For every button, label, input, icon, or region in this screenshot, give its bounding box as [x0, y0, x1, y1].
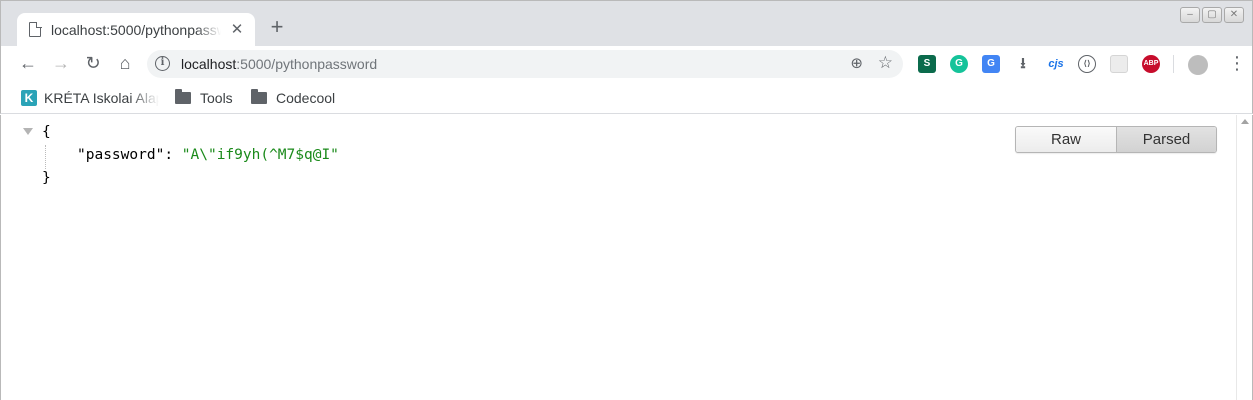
forward-button[interactable]: →	[49, 51, 73, 75]
json-string-value: "A\"if9yh(^M7$q@I"	[181, 147, 339, 163]
json-open-brace: {	[42, 124, 51, 140]
bookmark-label: KRÉTA Iskolai Alapr	[44, 90, 159, 106]
address-bar[interactable]: i localhost:5000/pythonpassword ⊕ ☆	[147, 50, 903, 78]
indent-guide	[45, 145, 46, 169]
bookmark-label: Tools	[200, 90, 233, 106]
json-property: "password": "A\"if9yh(^M7$q@I"	[77, 147, 339, 163]
reload-button[interactable]: ↻	[81, 51, 105, 75]
extension-grid-icon[interactable]	[1110, 55, 1128, 73]
url-host: localhost	[181, 56, 237, 72]
page-content: { "password": "A\"if9yh(^M7$q@I" } Raw P…	[0, 115, 1253, 400]
close-window-icon: ✕	[1229, 9, 1239, 20]
scroll-up-icon[interactable]	[1241, 119, 1249, 124]
raw-button[interactable]: Raw	[1016, 127, 1116, 152]
view-mode-switch: Raw Parsed	[1015, 126, 1217, 153]
kreta-icon: K	[21, 90, 37, 106]
window-controls: – ▢ ✕	[1180, 7, 1244, 23]
url-text[interactable]: localhost:5000/pythonpassword	[181, 56, 377, 72]
bookmark-star-icon[interactable]: ☆	[878, 53, 893, 73]
extension-s-icon[interactable]: S	[918, 55, 936, 73]
toolbar-divider	[1173, 55, 1174, 73]
extension-cjs-icon[interactable]: cjs	[1045, 55, 1067, 73]
extension-translate-icon[interactable]: G	[982, 55, 1000, 73]
maximize-icon: ▢	[1207, 9, 1217, 20]
bookmark-kreta[interactable]: K KRÉTA Iskolai Alapr	[21, 88, 159, 108]
url-path: :5000/pythonpassword	[236, 56, 378, 72]
bookmark-label: Codecool	[276, 90, 336, 106]
bookmarks-bar: K KRÉTA Iskolai Alapr Tools Codecool	[0, 82, 1253, 114]
tab-title: localhost:5000/pythonpassword	[51, 22, 221, 38]
browser-tab[interactable]: localhost:5000/pythonpassword ✕	[17, 13, 255, 47]
zoom-icon[interactable]: ⊕	[850, 54, 863, 72]
maximize-button[interactable]: ▢	[1202, 7, 1222, 23]
bookmark-folder-tools[interactable]: Tools	[175, 88, 233, 108]
extension-grammarly-icon[interactable]: G	[950, 55, 968, 73]
profile-avatar-icon[interactable]	[1188, 55, 1208, 75]
site-info-icon[interactable]: i	[155, 56, 170, 71]
browser-titlebar: localhost:5000/pythonpassword ✕ + – ▢ ✕	[0, 0, 1253, 47]
bookmark-folder-codecool[interactable]: Codecool	[251, 88, 335, 108]
json-colon: :	[164, 147, 182, 163]
json-key: "password"	[77, 147, 165, 163]
vertical-scrollbar[interactable]	[1236, 115, 1252, 400]
parsed-button[interactable]: Parsed	[1116, 127, 1216, 152]
collapse-toggle-icon[interactable]	[23, 128, 33, 135]
folder-icon	[251, 89, 267, 104]
back-button[interactable]: ←	[16, 51, 40, 75]
close-window-button[interactable]: ✕	[1224, 7, 1244, 23]
new-tab-button[interactable]: +	[265, 15, 289, 39]
folder-icon	[175, 89, 191, 104]
tab-close-icon[interactable]: ✕	[229, 20, 245, 38]
browser-toolbar: ← → ↻ ⌂ i localhost:5000/pythonpassword …	[0, 46, 1253, 82]
extension-code-icon[interactable]: ⟨⟩	[1078, 55, 1096, 73]
menu-icon[interactable]: ⋮	[1228, 53, 1246, 73]
home-button[interactable]: ⌂	[113, 51, 137, 75]
json-close-brace: }	[42, 170, 51, 186]
page-icon	[29, 21, 42, 37]
extension-abp-icon[interactable]: ABP	[1142, 55, 1160, 73]
extension-download-icon[interactable]: ⭳	[1014, 55, 1032, 73]
minimize-icon: –	[1187, 9, 1193, 20]
minimize-button[interactable]: –	[1180, 7, 1200, 23]
